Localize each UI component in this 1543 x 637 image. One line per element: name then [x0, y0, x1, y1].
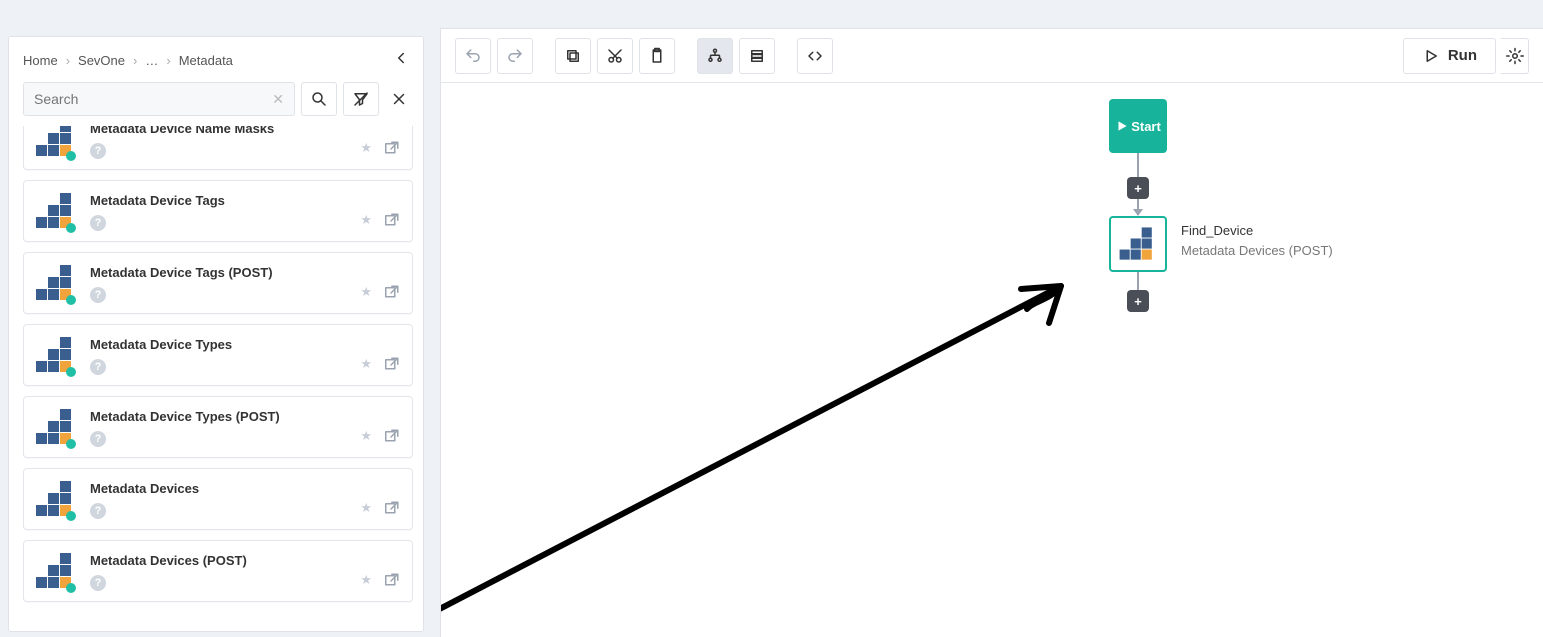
- integration-icon: [36, 193, 76, 229]
- breadcrumb-sep: ›: [133, 53, 137, 68]
- integration-icon: [1120, 227, 1157, 260]
- connector-line: [1137, 153, 1139, 177]
- integration-icon: [36, 481, 76, 517]
- help-icon[interactable]: ?: [90, 431, 106, 447]
- list-item-title: Metadata Devices: [90, 481, 400, 496]
- sidebar-item-list[interactable]: Metadata Device Name Masks ? ★: [9, 126, 423, 631]
- list-item[interactable]: Metadata Device Tags ? ★: [23, 180, 413, 242]
- breadcrumb-l3[interactable]: Metadata: [179, 53, 233, 68]
- integration-icon: [36, 553, 76, 589]
- breadcrumb-home[interactable]: Home: [23, 53, 58, 68]
- tree-view-button[interactable]: [697, 38, 733, 74]
- open-external-icon[interactable]: [382, 140, 400, 161]
- list-item[interactable]: Metadata Device Name Masks ? ★: [23, 126, 413, 170]
- favorite-icon[interactable]: ★: [360, 428, 372, 449]
- workflow-canvas-wrap: Run Start + Find_Device Metadata Devices…: [440, 28, 1543, 637]
- open-external-icon[interactable]: [382, 284, 400, 305]
- favorite-icon[interactable]: ★: [360, 572, 372, 593]
- help-icon[interactable]: ?: [90, 287, 106, 303]
- run-settings-button[interactable]: [1501, 38, 1529, 74]
- help-icon[interactable]: ?: [90, 575, 106, 591]
- integration-icon: [36, 337, 76, 373]
- integration-icon: [36, 265, 76, 301]
- start-node[interactable]: Start: [1109, 99, 1167, 153]
- workflow-step-label: Find_Device Metadata Devices (POST): [1181, 223, 1333, 258]
- list-item[interactable]: Metadata Device Types ? ★: [23, 324, 413, 386]
- start-node-label: Start: [1131, 119, 1161, 134]
- redo-button[interactable]: [497, 38, 533, 74]
- list-item-title: Metadata Device Tags (POST): [90, 265, 400, 280]
- connector-line: [1137, 272, 1139, 290]
- add-step-button[interactable]: +: [1127, 177, 1149, 199]
- open-external-icon[interactable]: [382, 212, 400, 233]
- open-external-icon[interactable]: [382, 500, 400, 521]
- run-label: Run: [1448, 47, 1477, 64]
- workflow-step-node[interactable]: [1109, 216, 1167, 272]
- copy-button[interactable]: [555, 38, 591, 74]
- annotation-arrow-icon: [441, 261, 1121, 621]
- code-view-button[interactable]: [797, 38, 833, 74]
- help-icon[interactable]: ?: [90, 359, 106, 375]
- paste-button[interactable]: [639, 38, 675, 74]
- add-step-button[interactable]: +: [1127, 290, 1149, 312]
- workflow-canvas[interactable]: Start + Find_Device Metadata Devices (PO…: [441, 83, 1543, 637]
- integration-icon: [36, 126, 76, 157]
- list-item-title: Metadata Device Types (POST): [90, 409, 400, 424]
- list-item-title: Metadata Device Tags: [90, 193, 400, 208]
- help-icon[interactable]: ?: [90, 143, 106, 159]
- favorite-icon[interactable]: ★: [360, 284, 372, 305]
- close-sidebar-button[interactable]: [385, 82, 413, 116]
- list-item[interactable]: Metadata Devices ? ★: [23, 468, 413, 530]
- open-external-icon[interactable]: [382, 572, 400, 593]
- search-button[interactable]: [301, 82, 337, 116]
- clear-search-icon[interactable]: ✕: [272, 91, 284, 108]
- list-item[interactable]: Metadata Device Tags (POST) ? ★: [23, 252, 413, 314]
- breadcrumb-sep: ›: [66, 53, 70, 68]
- search-box[interactable]: ✕: [23, 82, 295, 116]
- favorite-icon[interactable]: ★: [360, 356, 372, 377]
- breadcrumb: Home › SevOne › … › Metadata: [9, 37, 423, 82]
- canvas-toolbar: Run: [441, 29, 1543, 83]
- breadcrumb-l2[interactable]: …: [145, 53, 158, 68]
- run-button[interactable]: Run: [1403, 38, 1496, 74]
- filter-off-button[interactable]: [343, 82, 379, 116]
- collapse-sidebar-button[interactable]: [389, 49, 413, 72]
- list-item[interactable]: Metadata Devices (POST) ? ★: [23, 540, 413, 602]
- list-item-title: Metadata Devices (POST): [90, 553, 400, 568]
- workflow-step-name: Find_Device: [1181, 223, 1333, 238]
- list-view-button[interactable]: [739, 38, 775, 74]
- breadcrumb-sep: ›: [166, 53, 170, 68]
- open-external-icon[interactable]: [382, 356, 400, 377]
- list-item[interactable]: Metadata Device Types (POST) ? ★: [23, 396, 413, 458]
- open-external-icon[interactable]: [382, 428, 400, 449]
- cut-button[interactable]: [597, 38, 633, 74]
- workflow-step-type: Metadata Devices (POST): [1181, 243, 1333, 258]
- search-input[interactable]: [34, 91, 272, 107]
- breadcrumb-l1[interactable]: SevOne: [78, 53, 125, 68]
- search-row: ✕: [9, 82, 423, 126]
- integration-icon: [36, 409, 76, 445]
- help-icon[interactable]: ?: [90, 503, 106, 519]
- sidebar-panel: Home › SevOne › … › Metadata ✕: [8, 36, 424, 632]
- favorite-icon[interactable]: ★: [360, 212, 372, 233]
- help-icon[interactable]: ?: [90, 215, 106, 231]
- list-item-title: Metadata Device Name Masks: [90, 126, 400, 136]
- list-item-title: Metadata Device Types: [90, 337, 400, 352]
- favorite-icon[interactable]: ★: [360, 500, 372, 521]
- connector-arrow-icon: [1133, 209, 1143, 216]
- undo-button[interactable]: [455, 38, 491, 74]
- favorite-icon[interactable]: ★: [360, 140, 372, 161]
